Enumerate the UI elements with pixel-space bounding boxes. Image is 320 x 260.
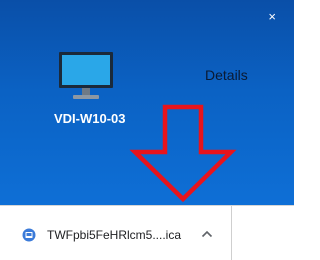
close-button[interactable]: × (268, 10, 276, 23)
download-item[interactable]: TWFpbi5FeHRlcm5....ica (0, 206, 232, 260)
details-link[interactable]: Details (205, 67, 248, 83)
down-arrow-icon (129, 104, 237, 203)
monitor-icon (59, 52, 113, 99)
chevron-up-icon[interactable] (201, 229, 213, 239)
download-bar: TWFpbi5FeHRlcm5....ica (0, 205, 294, 260)
desktop-background: × VDI-W10-03 Details (0, 0, 294, 205)
vm-name-label: VDI-W10-03 (54, 111, 126, 126)
download-file-name: TWFpbi5FeHRlcm5....ica (47, 228, 182, 242)
citrix-receiver-icon (22, 228, 36, 242)
